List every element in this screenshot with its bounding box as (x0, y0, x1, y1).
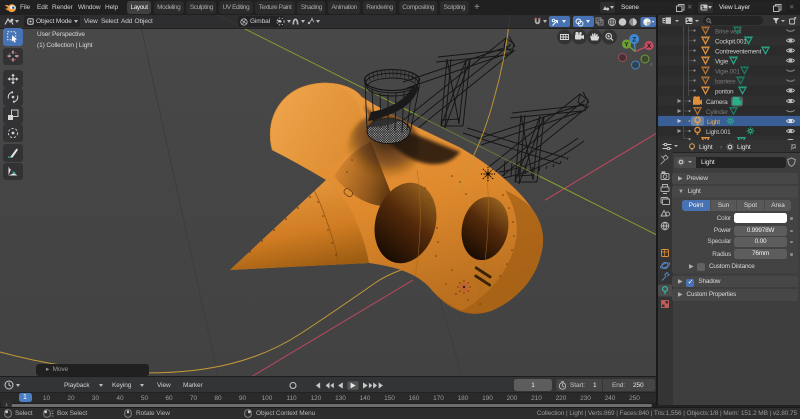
svg-text:Y: Y (624, 41, 629, 48)
svg-text:Light: Light (707, 119, 720, 126)
svg-text:X: X (647, 43, 652, 50)
svg-text:barriere: barriere (715, 78, 736, 85)
svg-text:Contreventement: Contreventement (715, 48, 761, 55)
svg-text:ponton: ponton (715, 88, 734, 95)
svg-text:Cylinder: Cylinder (706, 109, 729, 116)
svg-text:Cockpit.001: Cockpit.001 (715, 38, 747, 45)
svg-text:Vigie: Vigie (715, 58, 729, 65)
svg-text:Z: Z (632, 36, 636, 43)
svg-text:Light.001: Light.001 (706, 129, 731, 136)
svg-text:Vigie.001: Vigie.001 (715, 68, 740, 75)
svg-text:Camera: Camera (706, 99, 728, 106)
